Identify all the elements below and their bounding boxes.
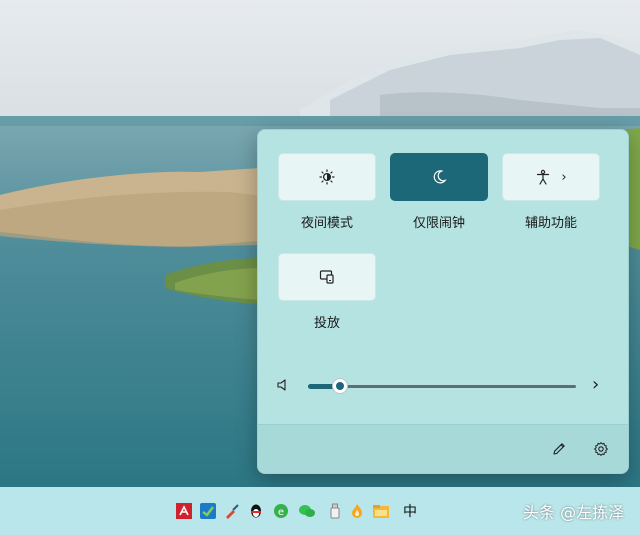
wechat-icon[interactable] (298, 502, 316, 520)
night-light-icon (319, 169, 335, 185)
speaker-icon[interactable] (276, 378, 290, 392)
cast-label: 投放 (313, 316, 340, 331)
usb-drive-icon[interactable] (326, 502, 344, 520)
chevron-right-icon: › (561, 169, 567, 185)
pencil-icon[interactable] (551, 441, 567, 457)
alarms-only-toggle[interactable] (390, 153, 488, 201)
accessibility-toggle[interactable]: › (502, 153, 600, 201)
qq-penguin-icon[interactable] (247, 502, 265, 520)
app-green-icon[interactable] (199, 502, 217, 520)
browser-e-icon[interactable]: e (272, 502, 290, 520)
volume-track[interactable] (308, 385, 576, 388)
quick-settings-panel: 夜间模式 仅限闹钟 › 辅助功能 投放 › (257, 129, 629, 474)
alarms-only-label: 仅限闹钟 (412, 216, 465, 231)
amd-icon[interactable] (175, 502, 193, 520)
accessibility-icon (535, 169, 551, 185)
night-light-label: 夜间模式 (300, 216, 353, 231)
moon-icon (431, 169, 447, 185)
cast-toggle[interactable] (278, 253, 376, 301)
volume-slider-row: › (276, 374, 610, 396)
gear-icon[interactable] (593, 441, 609, 457)
volume-output-chevron-icon[interactable]: › (592, 374, 599, 395)
night-light-toggle[interactable] (278, 153, 376, 201)
volume-thumb[interactable] (332, 378, 349, 394)
ime-indicator[interactable]: 中 (401, 502, 419, 520)
brush-icon[interactable] (223, 502, 241, 520)
cast-icon (319, 269, 335, 285)
accessibility-label: 辅助功能 (524, 216, 577, 231)
folder-icon[interactable] (372, 502, 390, 520)
flame-icon[interactable] (348, 502, 366, 520)
svg-text:e: e (278, 507, 284, 518)
quick-settings-footer (258, 424, 628, 473)
watermark: 头条 @左拣泽 (523, 503, 625, 522)
